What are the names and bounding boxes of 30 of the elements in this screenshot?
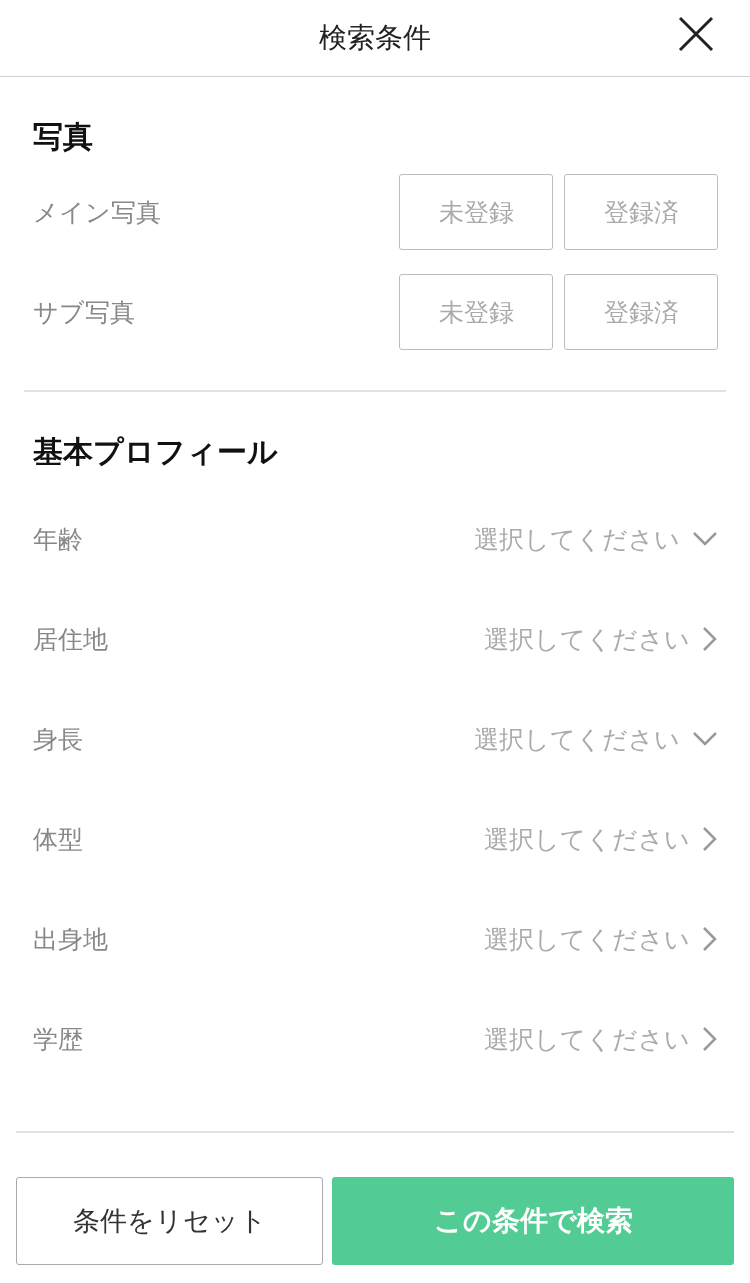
section-title: 写真 bbox=[33, 118, 94, 156]
close-button[interactable] bbox=[676, 14, 716, 54]
option-toggle[interactable]: 登録済 bbox=[564, 274, 718, 350]
chevron-down-icon bbox=[692, 731, 718, 747]
chevron-right-icon bbox=[702, 626, 718, 652]
select-field[interactable]: 選択してください bbox=[484, 622, 718, 656]
option-toggle[interactable]: 未登録 bbox=[399, 174, 553, 250]
field-label: 身長 bbox=[33, 723, 83, 756]
select-field[interactable]: 選択してください bbox=[484, 1022, 718, 1056]
select-field[interactable]: 選択してください bbox=[474, 722, 718, 756]
header-title: 検索条件 bbox=[319, 20, 431, 56]
chevron-right-icon bbox=[702, 1026, 718, 1052]
reset-button[interactable]: 条件をリセット bbox=[16, 1177, 323, 1265]
field-label: 出身地 bbox=[33, 923, 108, 956]
chevron-right-icon bbox=[702, 826, 718, 852]
select-field[interactable]: 選択してください bbox=[474, 522, 718, 556]
option-toggle[interactable]: 登録済 bbox=[564, 174, 718, 250]
field-label: サブ写真 bbox=[33, 296, 135, 329]
search-button[interactable]: この条件で検索 bbox=[332, 1177, 734, 1265]
section-title: 基本プロフィール bbox=[33, 433, 279, 471]
field-label: 体型 bbox=[33, 823, 83, 856]
field-label: 年齢 bbox=[33, 523, 83, 556]
select-field[interactable]: 選択してください bbox=[484, 822, 718, 856]
field-label: 学歴 bbox=[33, 1023, 83, 1056]
field-label: メイン写真 bbox=[33, 196, 161, 229]
option-toggle[interactable]: 未登録 bbox=[399, 274, 553, 350]
field-label: 居住地 bbox=[33, 623, 108, 656]
chevron-down-icon bbox=[692, 531, 718, 547]
chevron-right-icon bbox=[702, 926, 718, 952]
select-field[interactable]: 選択してください bbox=[484, 922, 718, 956]
